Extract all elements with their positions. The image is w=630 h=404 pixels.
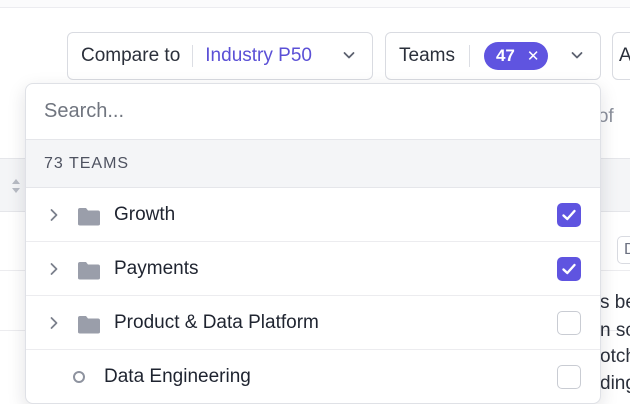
search-input[interactable]	[26, 84, 600, 139]
team-row-data-engineering[interactable]: Data Engineering	[26, 350, 600, 403]
close-icon[interactable]: ✕	[527, 47, 540, 65]
team-name: Growth	[114, 204, 176, 225]
compare-to-label: Compare to	[81, 45, 181, 66]
next-filter-button[interactable]: A	[612, 32, 630, 80]
teams-filter-button[interactable]: Teams 47 ✕	[385, 32, 601, 80]
folder-icon	[78, 316, 100, 334]
teams-count: 47	[495, 46, 515, 65]
cell-text: n sc	[600, 320, 630, 341]
team-row-growth[interactable]: Growth	[26, 188, 600, 242]
chevron-down-icon	[571, 52, 583, 59]
chevron-right-icon[interactable]	[48, 316, 60, 330]
teams-label: Teams	[399, 45, 455, 66]
chevron-down-icon	[343, 52, 355, 59]
group-header: 73 TEAMS	[26, 139, 600, 188]
team-checkbox[interactable]	[557, 311, 581, 335]
team-checkbox[interactable]	[557, 365, 581, 389]
check-icon	[562, 209, 576, 221]
team-name: Payments	[114, 258, 199, 279]
team-checkbox[interactable]	[557, 203, 581, 227]
next-filter-label: A	[619, 45, 630, 66]
team-checkbox[interactable]	[557, 257, 581, 281]
cell-text: s be	[600, 292, 630, 313]
cell-text: otch	[600, 346, 630, 367]
team-row-payments[interactable]: Payments	[26, 242, 600, 296]
check-icon	[562, 263, 576, 275]
chevron-right-icon[interactable]	[48, 262, 60, 276]
circle-icon	[73, 371, 85, 383]
sort-icon[interactable]	[10, 177, 22, 195]
cell-chip[interactable]: D	[617, 236, 630, 264]
teams-count-badge: 47 ✕	[483, 42, 549, 70]
team-row-product-data-platform[interactable]: Product & Data Platform	[26, 296, 600, 350]
team-name: Product & Data Platform	[114, 312, 319, 333]
folder-icon	[78, 262, 100, 280]
team-name: Data Engineering	[104, 366, 251, 387]
cell-chip-label: D	[624, 241, 630, 258]
top-bar	[0, 0, 630, 8]
divider	[468, 45, 470, 67]
compare-to-selector[interactable]: Compare to Industry P50	[67, 32, 373, 80]
chevron-right-icon[interactable]	[48, 208, 60, 222]
cell-text: ding	[600, 373, 630, 394]
teams-dropdown: 73 TEAMS Growth Payments Product & Data …	[25, 83, 601, 404]
folder-icon	[78, 208, 100, 226]
divider	[192, 45, 194, 67]
compare-to-value: Industry P50	[205, 45, 312, 66]
